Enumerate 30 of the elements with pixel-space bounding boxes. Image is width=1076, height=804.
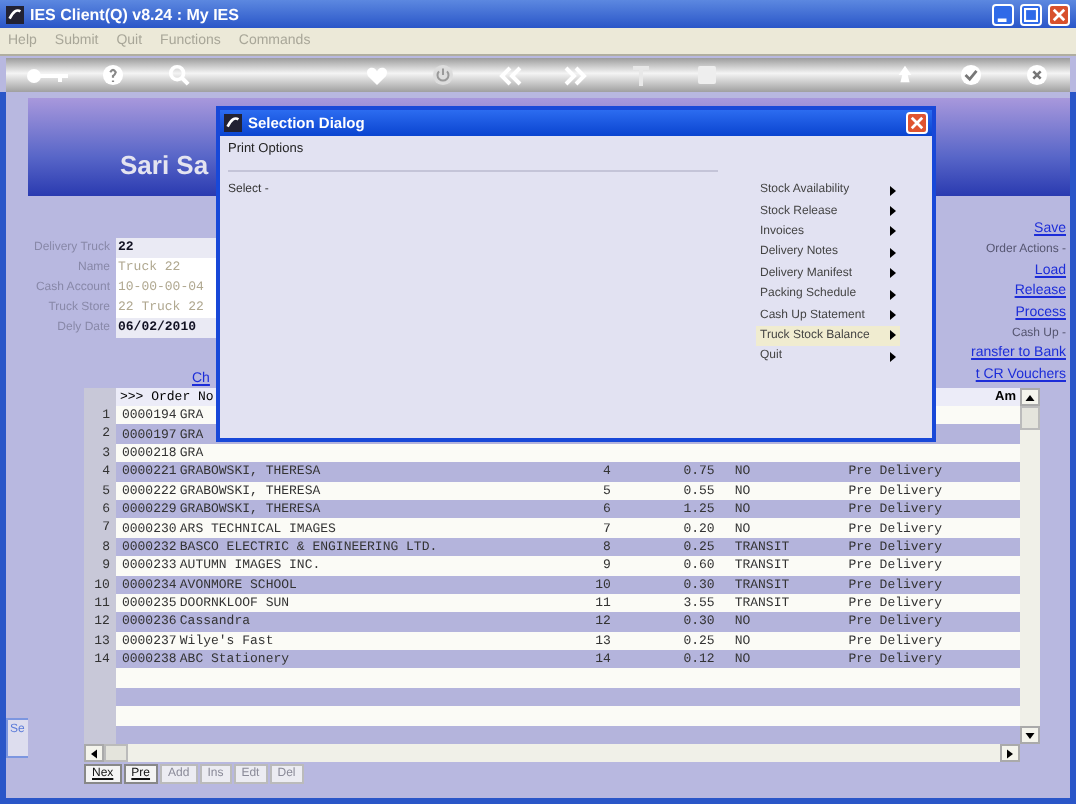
close-icon[interactable] (1026, 64, 1048, 86)
maximize-button[interactable] (1020, 3, 1042, 25)
text-icon[interactable] (632, 65, 650, 85)
search-icon[interactable] (168, 64, 190, 86)
app-icon (224, 114, 242, 132)
window-title: IES Client(Q) v8.24 : My IES (30, 5, 239, 23)
right-arrow-icon[interactable] (1004, 747, 1016, 760)
help-icon[interactable] (102, 64, 124, 86)
close-icon (910, 116, 924, 130)
up-arrow-icon[interactable] (1024, 391, 1036, 403)
vertical-scrollbar[interactable] (1020, 388, 1040, 745)
row-header (84, 388, 116, 406)
power-icon[interactable] (432, 64, 454, 86)
key-icon[interactable] (25, 67, 69, 83)
forward-icon[interactable] (563, 65, 587, 85)
maximize-icon (1024, 7, 1038, 21)
scroll-thumb[interactable] (104, 744, 128, 763)
close-button[interactable] (906, 112, 928, 134)
minimize-button[interactable] (992, 3, 1014, 25)
rewind-icon[interactable] (497, 65, 521, 85)
check-icon[interactable] (960, 64, 982, 86)
close-button[interactable] (1048, 3, 1070, 25)
app-icon (6, 5, 24, 23)
left-arrow-icon[interactable] (88, 747, 100, 760)
close-icon (1052, 7, 1066, 21)
horizontal-scrollbar[interactable] (84, 744, 1020, 763)
page-title: Sari Sa (120, 150, 209, 180)
scroll-thumb[interactable] (1020, 406, 1040, 430)
down-arrow-icon[interactable] (1024, 729, 1036, 742)
heart-icon[interactable] (366, 65, 388, 85)
